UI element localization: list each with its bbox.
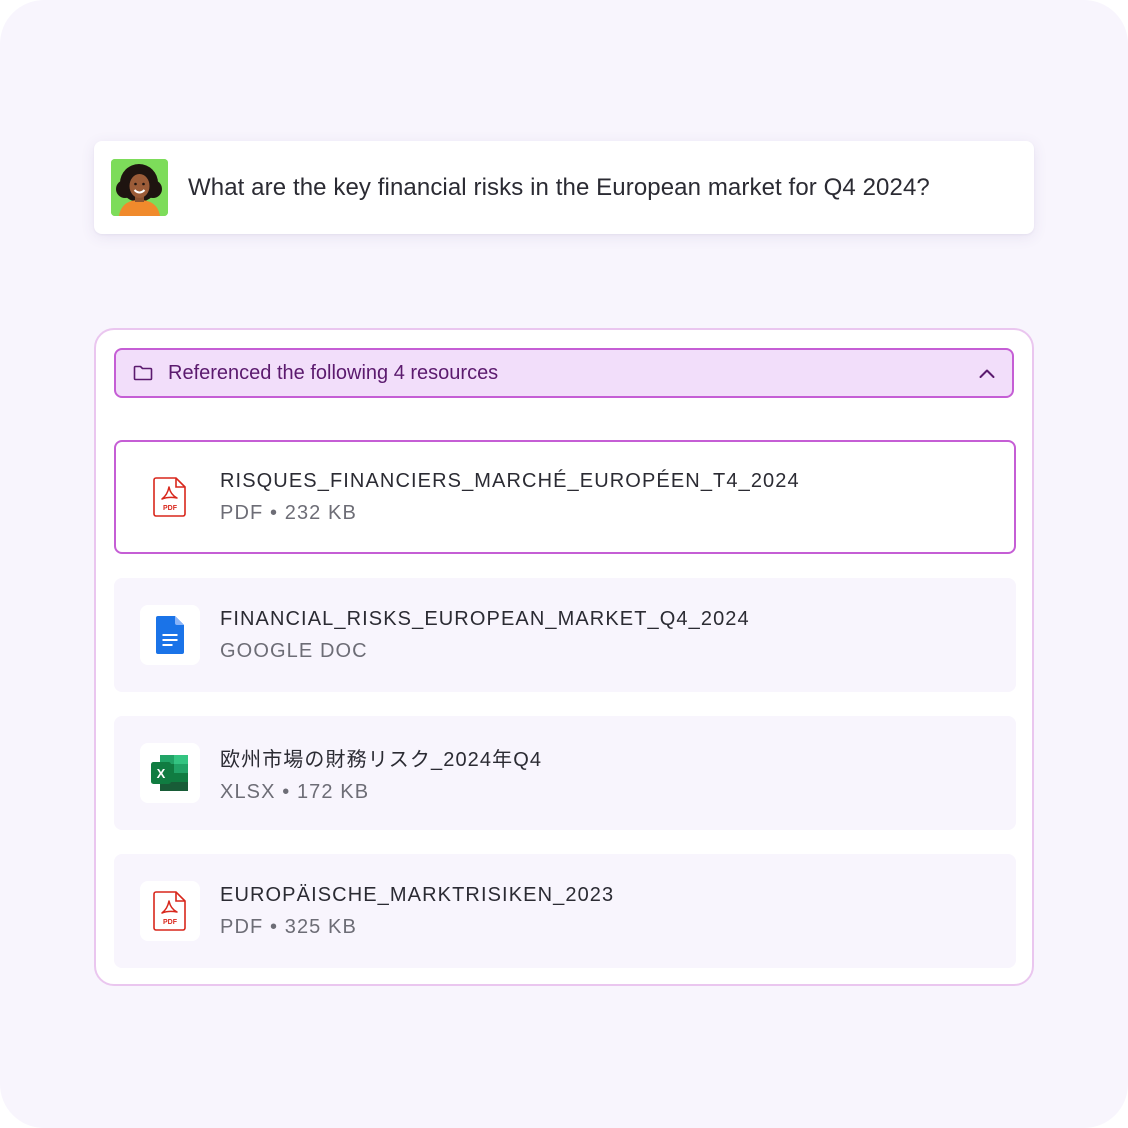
avatar <box>111 159 168 216</box>
file-icon-container: X <box>140 743 200 803</box>
pdf-icon: PDF <box>153 891 186 931</box>
resource-item[interactable]: FINANCIAL_RISKS_EUROPEAN_MARKET_Q4_2024 … <box>114 578 1016 692</box>
folder-icon <box>133 365 153 381</box>
file-name: EUROPÄISCHE_MARKTRISIKEN_2023 <box>220 883 615 906</box>
file-meta: PDF • 232 KB <box>220 501 357 524</box>
svg-text:X: X <box>157 766 166 781</box>
resource-item[interactable]: PDF EUROPÄISCHE_MARKTRISIKEN_2023 PDF • … <box>114 854 1016 968</box>
resource-item[interactable]: PDF RISQUES_FINANCIERS_MARCHÉ_EUROPÉEN_T… <box>114 440 1016 554</box>
file-name: 欧州市場の財務リスク_2024年Q4 <box>220 748 543 771</box>
page-background: What are the key financial risks in the … <box>0 0 1128 1128</box>
svg-text:PDF: PDF <box>163 505 178 512</box>
file-name: FINANCIAL_RISKS_EUROPEAN_MARKET_Q4_2024 <box>220 607 750 630</box>
resources-header-label: Referenced the following 4 resources <box>168 361 499 384</box>
user-prompt-card: What are the key financial risks in the … <box>94 141 1034 234</box>
chevron-up-icon[interactable] <box>976 363 998 385</box>
file-icon-container: PDF <box>140 467 200 527</box>
file-meta: XLSX • 172 KB <box>220 780 370 803</box>
file-name: RISQUES_FINANCIERS_MARCHÉ_EUROPÉEN_T4_20… <box>220 469 800 492</box>
file-meta: GOOGLE DOC <box>220 639 368 662</box>
resources-toggle[interactable]: Referenced the following 4 resources <box>114 348 1014 398</box>
svg-text:PDF: PDF <box>163 919 178 926</box>
file-meta: PDF • 325 KB <box>220 915 357 938</box>
pdf-icon: PDF <box>153 477 186 517</box>
excel-icon: X <box>151 755 188 791</box>
referenced-resources-panel: Referenced the following 4 resources PDF… <box>94 328 1034 986</box>
resource-item[interactable]: X 欧州市場の財務リスク_2024年Q4 XLSX • 172 KB <box>114 716 1016 830</box>
file-icon-container: PDF <box>140 881 200 941</box>
prompt-text: What are the key financial risks in the … <box>188 173 930 201</box>
google-doc-icon <box>156 616 184 654</box>
file-icon-container <box>140 605 200 665</box>
